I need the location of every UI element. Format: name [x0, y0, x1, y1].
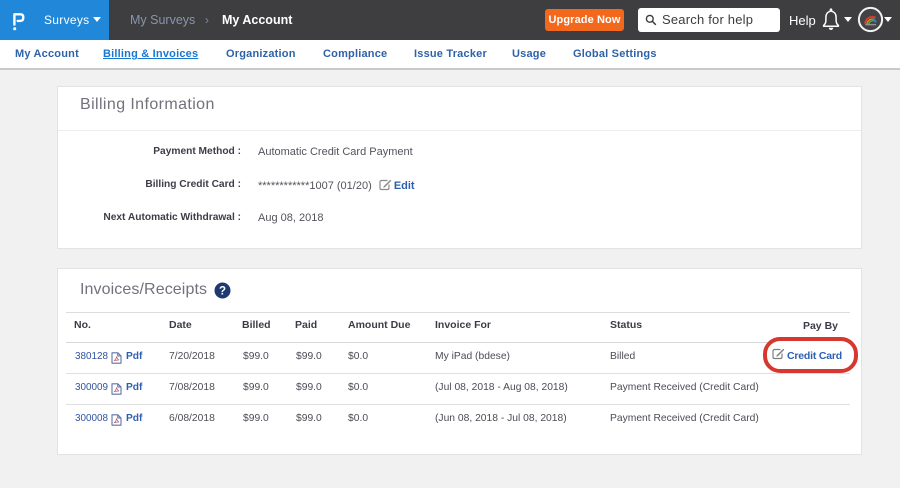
svg-text:?: ? — [219, 286, 226, 298]
